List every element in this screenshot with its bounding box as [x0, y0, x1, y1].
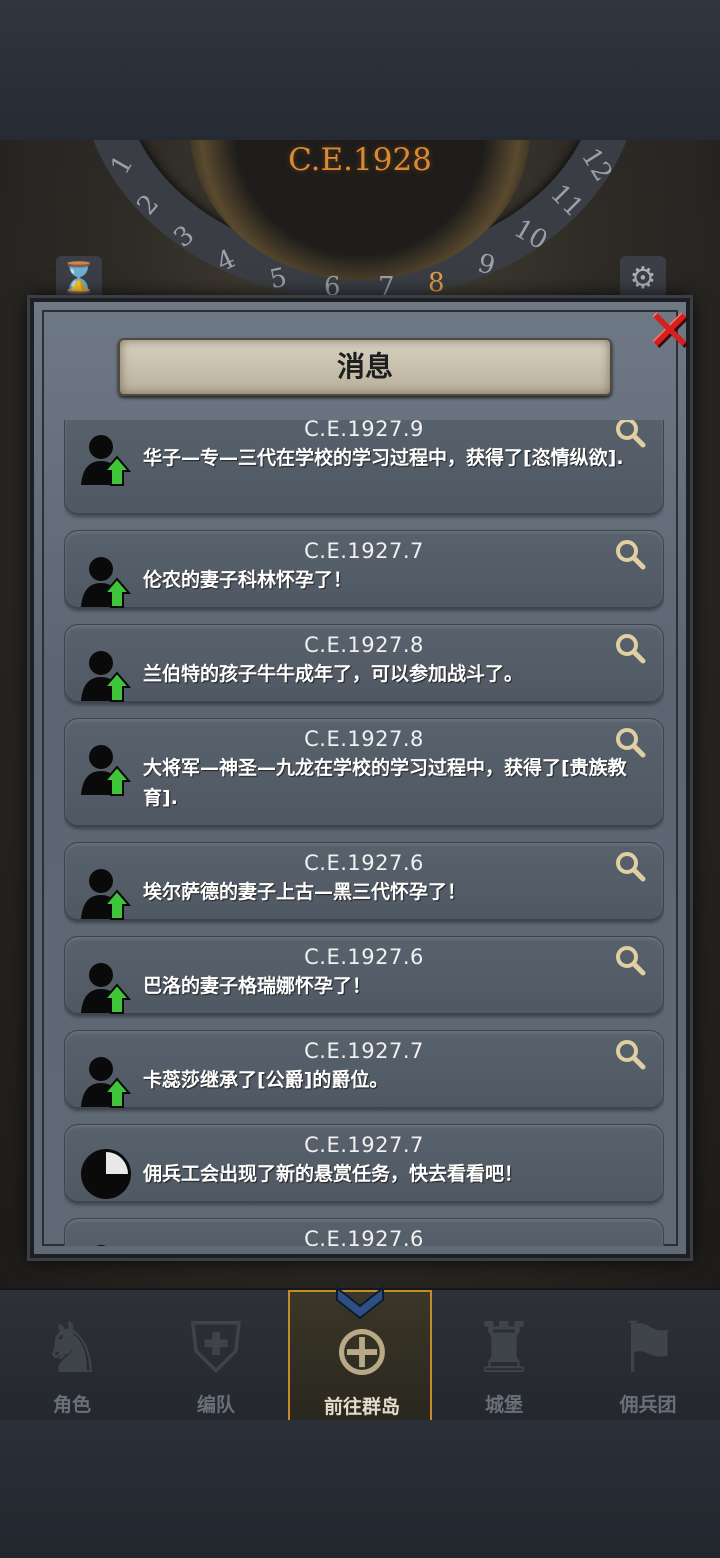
search-icon[interactable]	[613, 849, 647, 883]
nav-item-formation[interactable]: ⛨ 编队	[144, 1290, 288, 1422]
search-icon[interactable]	[613, 537, 647, 571]
message-text: 华子—专—三代在学校的学习过程中，获得了[恣情纵欲].	[143, 447, 624, 469]
chevron-down-icon	[336, 1285, 384, 1320]
close-button[interactable]: ✕	[642, 304, 698, 360]
search-icon[interactable]	[613, 420, 647, 449]
nav-label: 城堡	[484, 1394, 523, 1416]
message-date: C.E.1927.7	[304, 539, 424, 563]
message-date: C.E.1927.8	[304, 633, 424, 657]
dial-number-current: 8	[428, 268, 445, 298]
message-item[interactable]: C.E.1927.6	[64, 1218, 664, 1246]
top-band	[0, 0, 720, 140]
message-item[interactable]: C.E.1927.7 卡蕊莎继承了[公爵]的爵位。	[64, 1030, 664, 1108]
search-icon[interactable]	[613, 631, 647, 665]
message-text: 卡蕊莎继承了[公爵]的爵位。	[143, 1069, 389, 1091]
message-date: C.E.1927.7	[304, 1039, 424, 1063]
hourglass-icon[interactable]: ⌛	[56, 256, 102, 302]
knight-icon: ♞	[40, 1307, 104, 1389]
castle-icon: ♜	[472, 1307, 536, 1389]
message-date: C.E.1927.6	[304, 945, 424, 969]
message-item[interactable]: C.E.1927.6 巴洛的妻子格瑞娜怀孕了！	[64, 936, 664, 1014]
message-list[interactable]: C.E.1927.9 华子—专—三代在学校的学习过程中，获得了[恣情纵欲]. C…	[64, 420, 664, 1246]
message-text: 兰伯特的孩子牛牛成年了，可以参加战斗了。	[143, 663, 524, 685]
message-item[interactable]: C.E.1927.6 埃尔萨德的妻子上古—黑三代怀孕了！	[64, 842, 664, 920]
nav-item-character[interactable]: ♞ 角色	[0, 1290, 144, 1422]
message-text: 大将军—神圣—九龙在学校的学习过程中，获得了[贵族教育].	[143, 757, 627, 809]
message-item[interactable]: C.E.1927.7 伦农的妻子科林怀孕了！	[64, 530, 664, 608]
ship-icon: ⚑	[616, 1307, 680, 1389]
armor-icon: ⛨	[189, 1307, 243, 1389]
message-item[interactable]: C.E.1927.9 华子—专—三代在学校的学习过程中，获得了[恣情纵欲].	[64, 420, 664, 514]
message-date: C.E.1927.6	[304, 851, 424, 875]
nav-label: 编队	[196, 1394, 235, 1416]
message-date: C.E.1927.7	[304, 1133, 424, 1157]
message-text: 伦农的妻子科林怀孕了！	[143, 569, 353, 591]
message-date: C.E.1927.8	[304, 727, 424, 751]
nav-item-mercenary[interactable]: ⚑ 佣兵团	[576, 1290, 720, 1422]
message-date: C.E.1927.6	[304, 1227, 424, 1246]
modal-title: 消息	[118, 338, 612, 396]
search-icon[interactable]	[613, 943, 647, 977]
message-text: 巴洛的妻子格瑞娜怀孕了！	[143, 975, 372, 997]
message-item[interactable]: C.E.1927.8 兰伯特的孩子牛牛成年了，可以参加战斗了。	[64, 624, 664, 702]
gear-icon[interactable]: ⚙	[620, 256, 666, 302]
search-icon[interactable]	[613, 725, 647, 759]
message-text: 佣兵工会出现了新的悬赏任务，快去看看吧！	[143, 1163, 524, 1185]
message-item[interactable]: C.E.1927.7 佣兵工会出现了新的悬赏任务，快去看看吧！	[64, 1124, 664, 1202]
nav-label: 角色	[52, 1394, 91, 1416]
search-icon[interactable]	[613, 1037, 647, 1071]
message-date: C.E.1927.9	[304, 420, 424, 441]
messages-modal: 消息 ✕ C.E.1927.9 华子—专—三代在学校的学习过程中，获得了[恣情纵…	[30, 298, 693, 1258]
nav-label: 佣兵团	[619, 1394, 677, 1416]
message-text: 埃尔萨德的妻子上古—黑三代怀孕了！	[143, 881, 467, 903]
bottom-band	[0, 1420, 720, 1558]
nav-item-castle[interactable]: ♜ 城堡	[432, 1290, 576, 1422]
message-item[interactable]: C.E.1927.8 大将军—神圣—九龙在学校的学习过程中，获得了[贵族教育].	[64, 718, 664, 826]
nav-label: 前往群岛	[323, 1396, 400, 1418]
